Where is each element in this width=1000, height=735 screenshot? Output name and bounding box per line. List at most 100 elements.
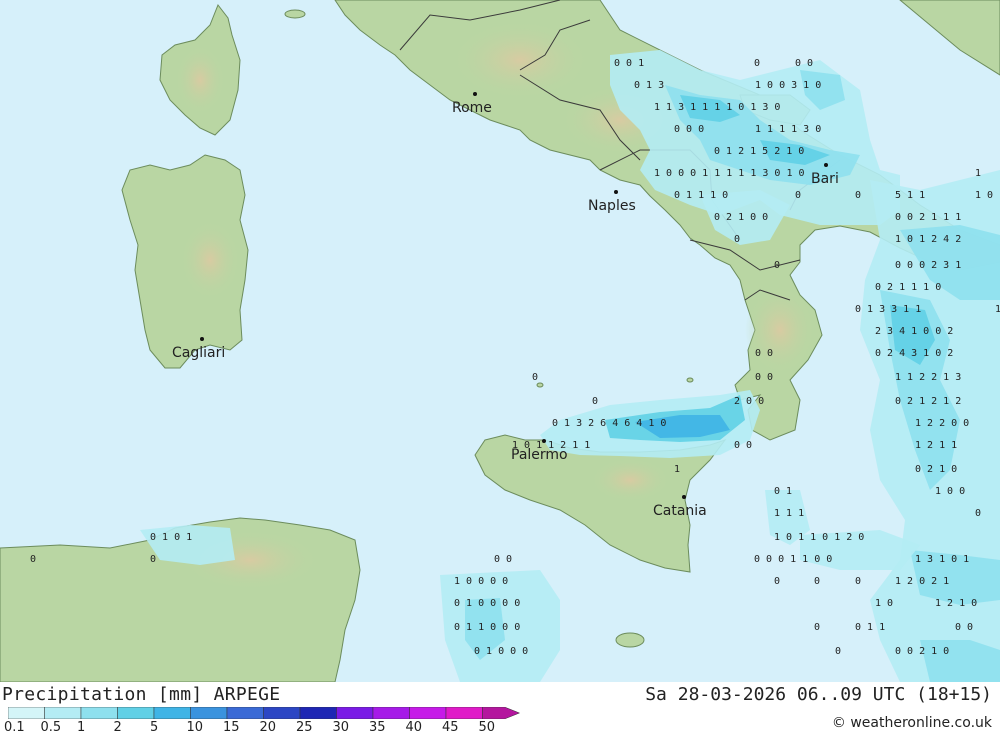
city-dot-rome [473, 92, 477, 96]
svg-text:0 2 1 0: 0 2 1 0 [915, 464, 957, 475]
svg-text:1 0: 1 0 [975, 190, 993, 201]
relief-calabria [745, 285, 815, 375]
svg-text:0: 0 [532, 372, 538, 383]
svg-text:0 2 1 0 0: 0 2 1 0 0 [714, 212, 768, 223]
svg-text:0: 0 [734, 234, 740, 245]
city-label-naples: Naples [588, 198, 636, 214]
relief-sardinia [180, 220, 240, 300]
svg-text:1 2 1 1: 1 2 1 1 [915, 440, 957, 451]
svg-text:0: 0 [774, 576, 780, 587]
scale-swatch [409, 707, 447, 719]
relief-sicily [590, 458, 670, 502]
svg-text:0: 0 [30, 554, 36, 565]
svg-text:0: 0 [814, 576, 820, 587]
svg-text:1 0 0 0 0: 1 0 0 0 0 [454, 576, 508, 587]
svg-text:0 0: 0 0 [755, 348, 773, 359]
svg-text:1 0 1 2 4 2: 1 0 1 2 4 2 [895, 234, 961, 245]
svg-text:0 1 2 1 5 2 1 0: 0 1 2 1 5 2 1 0 [714, 146, 804, 157]
svg-text:0 0: 0 0 [795, 58, 813, 69]
svg-text:0 0: 0 0 [734, 440, 752, 451]
svg-text:1 1 3 1 1 1 1 0 1 3 0: 1 1 3 1 1 1 1 0 1 3 0 [654, 102, 780, 113]
precipitation-map: 0 0 1 0 0 0 0 1 3 1 0 0 3 1 0 1 1 3 1 1 1 1… [0, 0, 1000, 682]
svg-text:0 0: 0 0 [494, 554, 512, 565]
svg-text:0 0: 0 0 [955, 622, 973, 633]
svg-text:0 1: 0 1 [774, 486, 792, 497]
svg-text:1 1 2 2 1 3: 1 1 2 2 1 3 [895, 372, 961, 383]
svg-text:0 0 1: 0 0 1 [614, 58, 644, 69]
svg-text:1 0 0: 1 0 0 [935, 486, 965, 497]
svg-text:1 3 1 0 1: 1 3 1 0 1 [915, 554, 969, 565]
svg-text:0: 0 [795, 190, 801, 201]
scale-swatch [117, 707, 155, 719]
scale-swatch [445, 707, 483, 719]
city-label-catania: Catania [653, 503, 707, 519]
svg-text:0 0: 0 0 [755, 372, 773, 383]
city-label-rome: Rome [452, 100, 492, 116]
city-dot-palermo [542, 439, 546, 443]
map-canvas: 0 0 1 0 0 0 0 1 3 1 0 0 3 1 0 1 1 3 1 1 1 1… [0, 0, 1000, 682]
svg-text:0 1 0 0 0: 0 1 0 0 0 [474, 646, 528, 657]
svg-text:0: 0 [592, 396, 598, 407]
svg-text:0 1 3 3 1 1: 0 1 3 3 1 1 [855, 304, 921, 315]
map-datetime: Sa 28-03-2026 06..09 UTC (18+15) [645, 684, 992, 705]
svg-text:0: 0 [975, 508, 981, 519]
svg-text:0 1 0 1: 0 1 0 1 [150, 532, 192, 543]
scale-swatch [190, 707, 228, 719]
city-dot-bari [824, 163, 828, 167]
svg-text:0 0 2 1 0: 0 0 2 1 0 [895, 646, 949, 657]
scale-swatch [153, 707, 191, 719]
svg-text:0 1 3 2 6 4 6 4 1 0: 0 1 3 2 6 4 6 4 1 0 [552, 418, 666, 429]
svg-text:0 2 4 3 1 0 2: 0 2 4 3 1 0 2 [875, 348, 953, 359]
svg-text:1 1 1 1 3 0: 1 1 1 1 3 0 [755, 124, 821, 135]
land-stromboli [686, 377, 694, 383]
map-footer: Precipitation [mm] ARPEGE Sa 28-03-2026 … [0, 682, 1000, 735]
svg-text:0: 0 [814, 622, 820, 633]
svg-text:0: 0 [150, 554, 156, 565]
svg-text:0 0 2 1 1 1: 0 0 2 1 1 1 [895, 212, 961, 223]
relief-apennines-north [450, 20, 590, 100]
svg-text:1 0: 1 0 [875, 598, 893, 609]
svg-text:0 2 1 2 1 2: 0 2 1 2 1 2 [895, 396, 961, 407]
svg-text:0 0 0 2 3 1: 0 0 0 2 3 1 [895, 260, 961, 271]
land-elba [284, 9, 306, 19]
scale-swatch [336, 707, 374, 719]
svg-text:0 2 1 1 1 0: 0 2 1 1 1 0 [875, 282, 941, 293]
svg-text:0 0 0: 0 0 0 [674, 124, 704, 135]
svg-text:0 1 1 1 0: 0 1 1 1 0 [674, 190, 728, 201]
city-label-palermo: Palermo [511, 447, 568, 463]
svg-text:0: 0 [835, 646, 841, 657]
svg-text:0: 0 [855, 190, 861, 201]
svg-text:0: 0 [754, 58, 760, 69]
svg-text:1 2 0 2 1: 1 2 0 2 1 [895, 576, 949, 587]
city-dot-naples [614, 190, 618, 194]
city-dot-cagliari [200, 337, 204, 341]
city-label-bari: Bari [811, 171, 839, 187]
scale-swatch [372, 707, 410, 719]
scale-swatch [44, 707, 82, 719]
land-ustica [536, 382, 544, 388]
relief-corsica [175, 45, 225, 115]
svg-text:0 1 0 0 0 0: 0 1 0 0 0 0 [454, 598, 520, 609]
scale-swatch [8, 707, 45, 719]
land-malta [615, 632, 645, 648]
svg-text:2 0 0: 2 0 0 [734, 396, 764, 407]
map-title: Precipitation [mm] ARPEGE [2, 684, 281, 705]
svg-text:1 2 2 0 0: 1 2 2 0 0 [915, 418, 969, 429]
scale-swatch [299, 707, 337, 719]
svg-text:1 1 1: 1 1 1 [774, 508, 804, 519]
svg-text:5 1 1: 5 1 1 [895, 190, 925, 201]
svg-text:1: 1 [674, 464, 680, 475]
credit-link[interactable]: © weatheronline.co.uk [832, 715, 992, 731]
svg-text:1 0 0 3 1 0: 1 0 0 3 1 0 [755, 80, 821, 91]
scale-swatch [263, 707, 301, 719]
svg-text:0 0 0 1 1 0 0: 0 0 0 1 1 0 0 [754, 554, 832, 565]
svg-text:0 1 3: 0 1 3 [634, 80, 664, 91]
svg-text:0: 0 [774, 260, 780, 271]
svg-text:2 3 4 1 0 0 2: 2 3 4 1 0 0 2 [875, 326, 953, 337]
scale-swatch [482, 707, 521, 719]
color-scale-bar [8, 707, 521, 719]
svg-text:1: 1 [995, 304, 1000, 315]
svg-text:0: 0 [855, 576, 861, 587]
city-dot-catania [682, 495, 686, 499]
svg-text:0 1 1 0 0 0: 0 1 1 0 0 0 [454, 622, 520, 633]
